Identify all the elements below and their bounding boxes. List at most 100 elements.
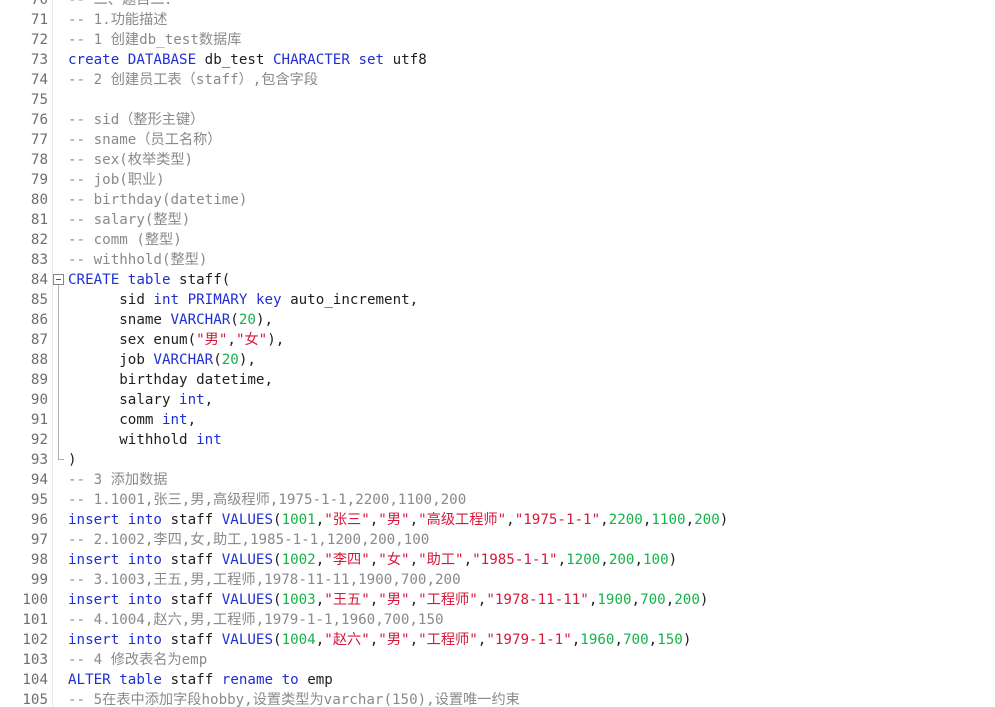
code-line[interactable]: 93) [0,450,995,470]
fold-collapse-icon[interactable] [53,274,64,285]
code-text: ) [68,450,77,470]
code-line[interactable]: 82 -- comm (整型) [0,230,995,250]
comment-token: -- 1.功能描述 [68,12,168,28]
code-line[interactable]: 88 job VARCHAR(20), [0,350,995,370]
code-line[interactable]: 87 sex enum("男","女"), [0,330,995,350]
keyword-token: PRIMARY [187,292,248,308]
line-number: 71 [30,12,48,28]
code-line[interactable]: 104 ALTER table staff rename to emp [0,670,995,690]
number-token: 1002 [281,552,316,568]
number-token: 20 [221,352,239,368]
string-token: "赵六" [324,632,370,648]
code-token: , [463,552,473,568]
code-line[interactable]: 73 create DATABASE db_test CHARACTER set … [0,50,995,70]
code-line[interactable]: 89 birthday datetime, [0,370,995,390]
comment-token: -- 4.1004,赵六,男,工程师,1979-1-1,1960,700,150 [68,612,444,628]
code-text: -- 2.1002,李四,女,助工,1985-1-1,1200,200,100 [68,530,429,550]
code-token: staff [161,552,222,568]
code-line[interactable]: 86 sname VARCHAR(20), [0,310,995,330]
code-token: sname [68,312,171,328]
string-token: "女" [235,332,268,348]
keyword-token: ALTER [68,672,111,688]
code-token: ( [213,352,222,368]
comment-token: -- salary(整型) [68,212,191,228]
code-line[interactable]: 72 -- 1 创建db_test数据库 [0,30,995,50]
code-line[interactable]: 71 -- 1.功能描述 [0,10,995,30]
code-token: sex enum( [68,332,197,348]
code-line[interactable]: 83 -- withhold(整型) [0,250,995,270]
string-token: "助工" [418,552,464,568]
code-line[interactable]: 105 -- 5在表中添加字段hobby,设置类型为varchar(150),设置… [0,690,995,707]
code-line[interactable]: 96 insert into staff VALUES(1001,"张三","男"… [0,510,995,530]
comment-token: -- 3.1003,王五,男,工程师,1978-11-11,1900,700,2… [68,572,461,588]
keyword-token: CHARACTER [273,52,350,68]
fold-guide-line [58,370,59,390]
string-token: "1979-1-1" [486,632,572,648]
code-token: , [369,552,379,568]
line-number: 88 [30,352,48,368]
code-text: -- salary(整型) [68,210,190,230]
code-token: , [614,632,624,648]
code-line[interactable]: 80 -- birthday(datetime) [0,190,995,210]
code-line[interactable]: 102 insert into staff VALUES(1004,"赵六","男… [0,630,995,650]
code-token: ) [699,592,709,608]
code-text: ALTER table staff rename to emp [68,670,333,690]
code-line[interactable]: 91 comm int, [0,410,995,430]
keyword-token: table [127,272,171,288]
number-token: 700 [623,632,649,648]
code-line[interactable]: 85 sid int PRIMARY key auto_increment, [0,290,995,310]
string-token: "李四" [324,552,370,568]
code-token: , [631,592,641,608]
comment-token: -- sname（员工名称） [68,132,222,148]
code-token: , [315,592,325,608]
code-line[interactable]: 90 salary int, [0,390,995,410]
code-line[interactable]: 76 -- sid（整形主键） [0,110,995,130]
line-number: 85 [30,292,48,308]
code-token: , [409,552,419,568]
code-line[interactable]: 84 CREATE table staff( [0,270,995,290]
code-token: staff [161,592,222,608]
code-token: , [187,412,197,428]
code-line[interactable]: 100 insert into staff VALUES(1003,"王五","男… [0,590,995,610]
code-editor[interactable]: 70 -- 二、题目二： 71 -- 1.功能描述 72 -- 1 创建db_test数据… [0,0,995,707]
number-token: 1004 [281,632,316,648]
keyword-token: into [127,512,162,528]
code-line[interactable]: 75 [0,90,995,110]
line-number: 89 [30,372,48,388]
string-token: "工程师" [418,592,478,608]
code-line[interactable]: 78 -- sex(枚举类型) [0,150,995,170]
code-line[interactable]: 74 -- 2 创建员工表（staff）,包含字段 [0,70,995,90]
line-number: 87 [30,332,48,348]
comment-token: -- 2 创建员工表（staff）,包含字段 [68,72,319,88]
code-text: -- 1 创建db_test数据库 [68,30,241,50]
code-token: sid [68,292,154,308]
comment-token: -- 二、题目二： [68,0,179,8]
code-line[interactable]: 70 -- 二、题目二： [0,0,995,10]
code-line[interactable]: 95 -- 1.1001,张三,男,高级程师,1975-1-1,2200,1100… [0,490,995,510]
keyword-token: create [68,52,120,68]
code-line[interactable]: 81 -- salary(整型) [0,210,995,230]
line-number: 104 [22,672,48,688]
code-line[interactable]: 98 insert into staff VALUES(1002,"李四","女"… [0,550,995,570]
line-number: 97 [30,532,48,548]
code-line[interactable]: 92 withhold int [0,430,995,450]
code-line[interactable]: 99 -- 3.1003,王五,男,工程师,1978-11-11,1900,700… [0,570,995,590]
line-number: 92 [30,432,48,448]
number-token: 200 [674,592,700,608]
keyword-token: int [153,292,180,308]
comment-token: -- comm (整型) [68,232,182,248]
code-text: -- sname（员工名称） [68,130,221,150]
code-line[interactable]: 94 -- 3 添加数据 [0,470,995,490]
code-text: sname VARCHAR(20), [68,310,273,330]
code-line[interactable]: 77 -- sname（员工名称） [0,130,995,150]
keyword-token: VARCHAR [153,352,214,368]
code-line[interactable]: 97 -- 2.1002,李四,女,助工,1985-1-1,1200,200,10… [0,530,995,550]
line-number: 90 [30,392,48,408]
code-line[interactable]: 103 -- 4 修改表名为emp [0,650,995,670]
code-line[interactable]: 101 -- 4.1004,赵六,男,工程师,1979-1-1,1960,700,… [0,610,995,630]
number-token: 2200 [608,512,643,528]
code-line[interactable]: 79 -- job(职业) [0,170,995,190]
string-token: "工程师" [418,632,478,648]
